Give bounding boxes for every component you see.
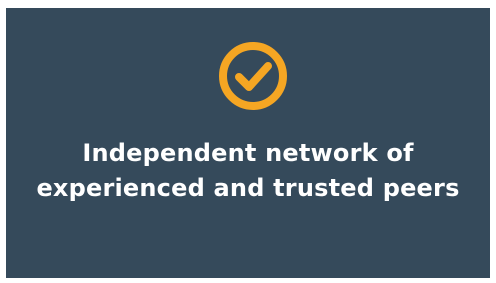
headline-line-1: Independent network of [82,139,414,167]
headline: Independent network of experienced and t… [6,136,490,206]
feature-card: Independent network of experienced and t… [6,8,490,278]
headline-line-2: experienced and trusted peers [36,174,460,202]
check-circle-icon [218,41,288,111]
